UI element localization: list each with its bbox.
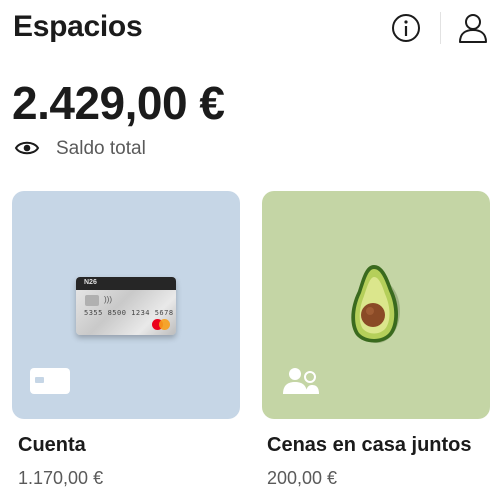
info-button[interactable] <box>390 12 422 44</box>
user-icon <box>459 14 487 43</box>
shared-people-icon <box>283 368 319 394</box>
card-chip <box>85 295 99 306</box>
page-title: Espacios <box>13 10 143 43</box>
total-balance: 2.429,00 € <box>12 77 225 129</box>
space-amount: 200,00 € <box>267 468 338 488</box>
contactless-icon: ))) <box>104 295 112 304</box>
card-brand: N26 <box>84 279 97 286</box>
profile-button[interactable] <box>455 10 491 46</box>
header-divider <box>440 12 441 44</box>
space-amount: 1.170,00 € <box>18 468 104 488</box>
card-number: 5355 8500 1234 5678 <box>84 309 174 317</box>
eye-icon[interactable] <box>14 138 40 158</box>
space-title[interactable]: Cuenta <box>18 434 86 457</box>
card-icon <box>30 368 70 394</box>
avocado-image <box>351 265 400 343</box>
space-title[interactable]: Cenas en casa juntos <box>267 434 472 457</box>
space-card-cuenta[interactable]: N26 ))) 5355 8500 1234 5678 <box>12 191 240 419</box>
info-icon <box>392 14 420 42</box>
bank-card-image: N26 ))) 5355 8500 1234 5678 <box>76 277 176 335</box>
balance-label: Saldo total <box>56 138 146 159</box>
space-card-cenas[interactable] <box>262 191 490 419</box>
